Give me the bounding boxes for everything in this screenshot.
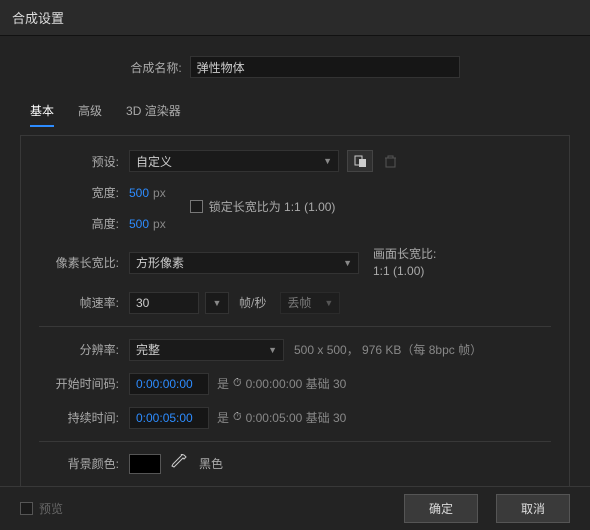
bgcolor-label: 背景颜色: [39, 455, 129, 472]
start-time-input[interactable] [129, 373, 209, 395]
resolution-row: 分辨率: 完整 ▼ 500 x 500， 976 KB（每 8bpc 帧） [39, 339, 551, 361]
frame-aspect-info: 画面长宽比: 1:1 (1.00) [373, 246, 436, 280]
pixel-aspect-row: 像素长宽比: 方形像素 ▼ 画面长宽比: 1:1 (1.00) [39, 246, 551, 280]
stopwatch-icon: ⏱ [233, 377, 242, 390]
stopwatch-icon: ⏱ [233, 411, 242, 424]
divider [39, 441, 551, 442]
preset-label: 预设: [39, 153, 129, 170]
comp-name-input[interactable] [190, 56, 460, 78]
lock-aspect-checkbox[interactable] [190, 200, 203, 213]
chevron-down-icon: ▼ [268, 345, 277, 355]
save-preset-button[interactable] [347, 150, 373, 172]
resolution-label: 分辨率: [39, 341, 129, 358]
framerate-row: 帧速率: 30 ▼ 帧/秒 丢帧 ▼ [39, 292, 551, 314]
preview-checkbox[interactable] [20, 502, 33, 515]
comp-name-label: 合成名称: [130, 59, 181, 76]
tabs: 基本 高级 3D 渲染器 [20, 98, 570, 127]
lock-aspect-label: 锁定长宽比为 1:1 (1.00) [209, 198, 336, 215]
chevron-down-icon: ▼ [343, 258, 352, 268]
height-label: 高度: [39, 215, 129, 232]
trash-icon [385, 155, 396, 168]
start-is: 是 [217, 375, 229, 392]
chevron-down-icon: ▼ [213, 298, 222, 308]
preset-select[interactable]: 自定义 ▼ [129, 150, 339, 172]
ok-button[interactable]: 确定 [404, 494, 478, 523]
button-group: 确定 取消 [404, 494, 570, 523]
composition-settings-dialog: 合成设置 合成名称: 基本 高级 3D 渲染器 预设: 自定义 ▼ [0, 0, 590, 530]
height-unit: px [153, 217, 166, 231]
preview-label: 预览 [39, 500, 63, 517]
resolution-value: 完整 [136, 341, 160, 358]
duration-meta-text: 0:00:05:00 基础 30 [246, 409, 347, 426]
width-label: 宽度: [39, 184, 129, 201]
duration-meta: 是 ⏱ 0:00:05:00 基础 30 [217, 409, 346, 426]
basic-panel: 预设: 自定义 ▼ 宽度: 500 px [20, 135, 570, 507]
start-meta-text: 0:00:00:00 基础 30 [246, 375, 347, 392]
dialog-content: 合成名称: 基本 高级 3D 渲染器 预设: 自定义 ▼ [0, 36, 590, 507]
framerate-value: 30 [136, 296, 149, 310]
duration-row: 持续时间: 是 ⏱ 0:00:05:00 基础 30 [39, 407, 551, 429]
dropframe-select: 丢帧 ▼ [280, 292, 340, 314]
preset-row: 预设: 自定义 ▼ [39, 150, 551, 172]
comp-name-row: 合成名称: [20, 56, 570, 78]
cancel-button[interactable]: 取消 [496, 494, 570, 523]
width-value[interactable]: 500 [129, 186, 149, 200]
framerate-input[interactable]: 30 [129, 292, 199, 314]
resolution-select[interactable]: 完整 ▼ [129, 339, 284, 361]
duration-is: 是 [217, 409, 229, 426]
framerate-unit: 帧/秒 [239, 294, 266, 311]
delete-preset-button[interactable] [377, 150, 403, 172]
chevron-down-icon: ▼ [323, 156, 332, 166]
start-time-label: 开始时间码: [39, 375, 129, 392]
framerate-label: 帧速率: [39, 294, 129, 311]
frame-aspect-value: 1:1 (1.00) [373, 263, 436, 280]
tab-basic[interactable]: 基本 [30, 98, 54, 127]
dimensions-block: 宽度: 500 px 高度: 500 px 锁定长宽比为 1:1 (1.00) [39, 184, 551, 232]
bgcolor-row: 背景颜色: 黑色 [39, 454, 551, 474]
width-unit: px [153, 186, 166, 200]
start-time-meta: 是 ⏱ 0:00:00:00 基础 30 [217, 375, 346, 392]
duration-input[interactable] [129, 407, 209, 429]
eyedropper-icon [171, 454, 187, 470]
frame-aspect-label: 画面长宽比: [373, 246, 436, 263]
framerate-dropdown[interactable]: ▼ [205, 292, 229, 314]
pixel-aspect-value: 方形像素 [136, 254, 184, 271]
tab-renderer[interactable]: 3D 渲染器 [126, 98, 181, 127]
eyedropper-button[interactable] [171, 454, 187, 473]
height-row: 高度: 500 px [39, 215, 166, 232]
dialog-footer: 预览 确定 取消 [0, 486, 590, 530]
pixel-aspect-label: 像素长宽比: [39, 254, 129, 271]
height-value[interactable]: 500 [129, 217, 149, 231]
duration-label: 持续时间: [39, 409, 129, 426]
chevron-down-icon: ▼ [324, 298, 333, 308]
tab-advanced[interactable]: 高级 [78, 98, 102, 127]
bgcolor-name: 黑色 [199, 455, 223, 472]
lock-aspect-row: 锁定长宽比为 1:1 (1.00) [190, 184, 336, 215]
preview-row: 预览 [20, 500, 63, 517]
dialog-title: 合成设置 [0, 0, 590, 36]
save-preset-icon [354, 155, 367, 168]
resolution-info: 500 x 500， 976 KB（每 8bpc 帧） [294, 341, 482, 358]
divider [39, 326, 551, 327]
preset-value: 自定义 [136, 153, 172, 170]
start-time-row: 开始时间码: 是 ⏱ 0:00:00:00 基础 30 [39, 373, 551, 395]
bgcolor-swatch[interactable] [129, 454, 161, 474]
width-row: 宽度: 500 px [39, 184, 166, 201]
dropframe-value: 丢帧 [287, 294, 311, 311]
pixel-aspect-select[interactable]: 方形像素 ▼ [129, 252, 359, 274]
